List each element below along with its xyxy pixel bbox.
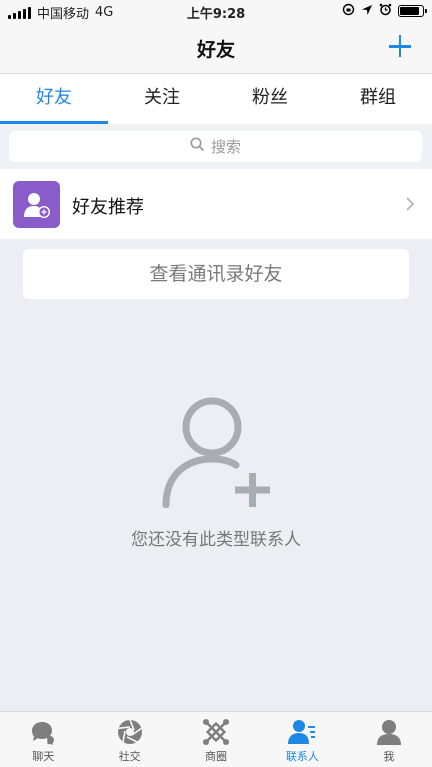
- tabbar-label-me: 我: [383, 750, 395, 763]
- add-friend-icon: [13, 181, 60, 228]
- tabbar-item-contacts[interactable]: 联系人: [259, 712, 345, 767]
- tabbar-item-me[interactable]: 我: [346, 712, 432, 767]
- chevron-right-icon: [406, 197, 415, 211]
- tabbar-item-business[interactable]: 商圈: [173, 712, 259, 767]
- search-icon: [190, 137, 205, 156]
- tabbar-item-social[interactable]: 社交: [86, 712, 172, 767]
- recommend-label: 好友推荐: [72, 197, 144, 218]
- tabbar-label-social: 社交: [118, 750, 141, 763]
- search-placeholder: 搜索: [210, 138, 241, 156]
- chat-icon: [32, 722, 55, 745]
- battery-icon: [398, 5, 427, 17]
- battery-fill: [400, 7, 419, 15]
- page-title: 好友: [196, 39, 235, 61]
- alarm-icon: [379, 3, 392, 19]
- empty-state-text: 您还没有此类型联系人: [131, 530, 301, 550]
- add-person-icon: [162, 397, 270, 508]
- tabbar-label-chat: 聊天: [32, 750, 55, 763]
- lock-rotation-icon: [342, 3, 355, 19]
- segment-tabs: 好友 关注 粉丝 群组: [0, 74, 432, 124]
- navigation-bar: 好友: [0, 22, 432, 74]
- contacts-icon: [288, 720, 316, 744]
- tab-friends[interactable]: 好友: [0, 74, 108, 124]
- tab-groups[interactable]: 群组: [324, 74, 432, 124]
- search-input[interactable]: 搜索: [9, 131, 422, 162]
- tabbar-label-business: 商圈: [205, 750, 228, 763]
- tabbar-label-contacts: 联系人: [285, 750, 319, 763]
- location-icon: [361, 4, 373, 19]
- network-icon: [203, 719, 230, 745]
- plus-icon[interactable]: [382, 28, 418, 64]
- friend-recommend-row[interactable]: 好友推荐: [0, 169, 432, 239]
- tab-followers[interactable]: 粉丝: [216, 74, 324, 124]
- search-area: 搜索: [0, 124, 432, 169]
- tab-following[interactable]: 关注: [108, 74, 216, 124]
- tabbar-item-chat[interactable]: 聊天: [0, 712, 86, 767]
- status-bar: 中国移动 4G 上午9:28: [0, 0, 432, 22]
- status-right: [342, 3, 427, 19]
- aperture-icon: [117, 719, 142, 744]
- bottom-tab-bar: 聊天 社交 商圈 联系人 我: [0, 711, 432, 767]
- person-icon: [376, 720, 401, 745]
- view-contacts-button[interactable]: 查看通讯录好友: [23, 249, 409, 299]
